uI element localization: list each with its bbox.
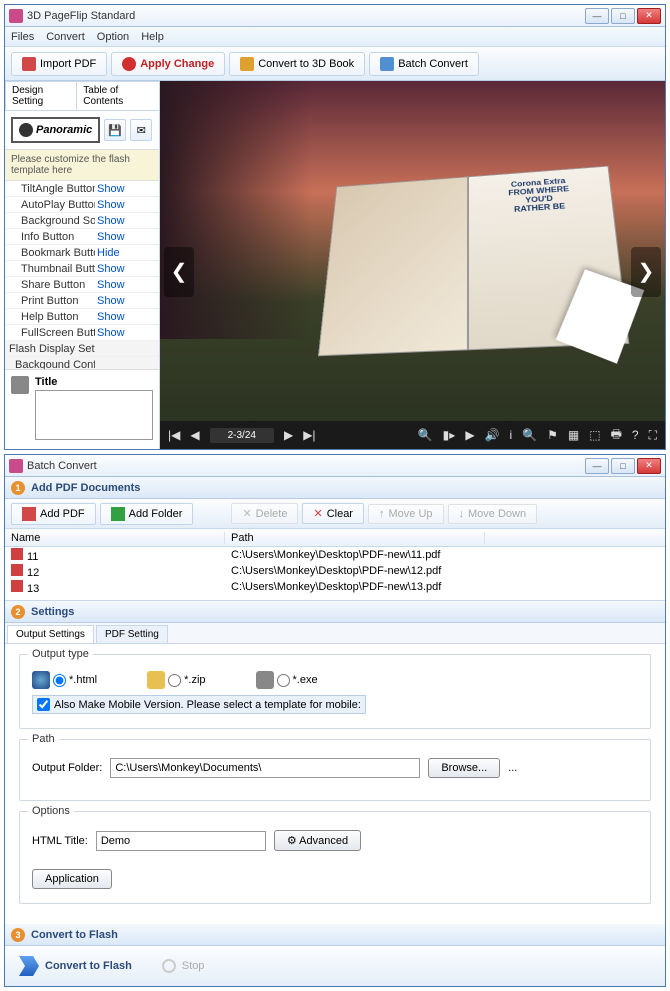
pdf-icon [11,580,23,592]
titlebar: 3D PageFlip Standard — □ ✕ [5,5,665,27]
batch-minimize-button[interactable]: — [585,458,609,474]
group-path: Path Output Folder: Browse... ... [19,739,651,801]
pdf-icon [11,564,23,576]
tab-design-setting[interactable]: Design Setting [5,81,77,110]
next-icon[interactable]: ▶ [284,428,293,442]
menu-help[interactable]: Help [141,31,164,43]
output-folder-label: Output Folder: [32,762,102,774]
tilt-icon[interactable]: ▮▸ [443,428,456,442]
property-tree[interactable]: TiltAngle ButtonShow AutoPlay ButtonShow… [5,181,159,369]
preview-area: Corona Extra FROM WHERE YOU'D RATHER BE … [160,81,665,449]
stop-button[interactable]: Stop [162,959,205,973]
page-indicator[interactable]: 2-3/24 [210,428,274,443]
batch-convert-button[interactable]: Batch Convert [369,52,479,76]
play-icon[interactable]: ▶ [465,428,474,442]
sound-icon[interactable]: 🔊 [485,428,500,442]
convert-icon [19,956,39,976]
prev-arrow[interactable]: ❮ [164,247,194,297]
more-path[interactable]: ... [508,762,517,774]
tab-toc[interactable]: Table of Contents [76,81,160,110]
add-pdf-button[interactable]: Add PDF [11,503,96,525]
db-icon [11,376,29,394]
section-convert: 3Convert to Flash [5,924,665,946]
batch-maximize-button[interactable]: □ [611,458,635,474]
maximize-button[interactable]: □ [611,8,635,24]
panoramic-button[interactable]: Panoramic [11,117,100,143]
tab-output-settings[interactable]: Output Settings [7,625,94,643]
last-icon[interactable]: ▶| [303,428,315,442]
app-icon [9,9,23,23]
clear-button[interactable]: ✕Clear [302,503,364,524]
table-row[interactable]: 12C:\Users\Monkey\Desktop\PDF-new\12.pdf [5,563,665,579]
html-title-label: HTML Title: [32,835,88,847]
search-icon[interactable]: 🔍 [522,428,537,442]
window-title: 3D PageFlip Standard [27,10,585,22]
batch-title: Batch Convert [27,460,585,472]
html-title-input[interactable] [96,831,266,851]
stop-icon [162,959,176,973]
convert-3d-button[interactable]: Convert to 3D Book [229,52,365,76]
batch-titlebar: Batch Convert — □ ✕ [5,455,665,477]
batch-close-button[interactable]: ✕ [637,458,661,474]
radio-exe[interactable]: *.exe [256,671,318,689]
menu-option[interactable]: Option [97,31,129,43]
panoramic-icon [19,123,33,137]
batch-app-icon [9,459,23,473]
batch-toolbar: Add PDF Add Folder ✕Delete ✕Clear ↑Move … [5,499,665,529]
section-settings: 2Settings [5,601,665,623]
apply-change-button[interactable]: Apply Change [111,52,225,76]
move-up-button[interactable]: ↑Move Up [368,504,444,524]
add-folder-button[interactable]: Add Folder [100,503,194,525]
application-button[interactable]: Application [32,869,112,889]
close-button[interactable]: ✕ [637,8,661,24]
section-add-pdf: 1Add PDF Documents [5,477,665,499]
title-box: Title [5,369,159,449]
help-icon[interactable]: ? [632,428,639,442]
thumbnail-icon[interactable]: ▦ [568,428,579,442]
toolbar: Import PDF Apply Change Convert to 3D Bo… [5,47,665,81]
fullscreen-icon[interactable]: ⛶ [649,428,657,443]
advanced-button[interactable]: ⚙ Advanced [274,830,361,851]
title-textarea[interactable] [35,390,153,440]
menu-convert[interactable]: Convert [46,31,85,43]
share-icon[interactable]: ⬚ [589,428,600,442]
file-table[interactable]: NamePath 11C:\Users\Monkey\Desktop\PDF-n… [5,529,665,601]
pdf-icon [11,548,23,560]
tab-pdf-setting[interactable]: PDF Setting [96,625,168,643]
batch-window: Batch Convert — □ ✕ 1Add PDF Documents A… [4,454,666,987]
output-folder-input[interactable] [110,758,420,778]
minimize-button[interactable]: — [585,8,609,24]
player-bar: |◀ ◀ 2-3/24 ▶ ▶| 🔍 ▮▸ ▶ 🔊 i 🔍 ⚑ ▦ ⬚ 🖶 ? … [160,421,665,449]
bookmark-icon[interactable]: ⚑ [547,428,558,442]
mail-icon[interactable]: ✉ [130,119,152,141]
menubar: Files Convert Option Help [5,27,665,47]
radio-zip[interactable]: *.zip [147,671,205,689]
convert-flash-button[interactable]: Convert to Flash [19,956,132,976]
import-pdf-button[interactable]: Import PDF [11,52,107,76]
print-icon[interactable]: 🖶 [611,425,622,446]
first-icon[interactable]: |◀ [168,428,180,442]
menu-files[interactable]: Files [11,31,34,43]
hint-text: Please customize the flash template here [5,150,159,181]
prev-icon[interactable]: ◀ [190,428,199,442]
group-options: Options HTML Title: ⚙ Advanced Applicati… [19,811,651,904]
left-panel: Design Setting Table of Contents Panoram… [5,81,160,449]
flipbook[interactable]: Corona Extra FROM WHERE YOU'D RATHER BE [318,166,629,357]
next-arrow[interactable]: ❯ [631,247,661,297]
zoom-icon[interactable]: 🔍 [418,428,433,442]
move-down-button[interactable]: ↓Move Down [448,504,538,524]
group-output-type: Output type *.html *.zip *.exe Also Make… [19,654,651,729]
delete-button[interactable]: ✕Delete [231,503,298,524]
main-window: 3D PageFlip Standard — □ ✕ Files Convert… [4,4,666,450]
table-row[interactable]: 11C:\Users\Monkey\Desktop\PDF-new\11.pdf [5,547,665,563]
mobile-checkbox[interactable]: Also Make Mobile Version. Please select … [32,695,366,714]
save-icon[interactable]: 💾 [104,119,126,141]
table-row[interactable]: 13C:\Users\Monkey\Desktop\PDF-new\13.pdf [5,579,665,595]
browse-button[interactable]: Browse... [428,758,500,778]
title-label: Title [35,376,153,388]
radio-html[interactable]: *.html [32,671,97,689]
info-icon[interactable]: i [510,428,513,442]
